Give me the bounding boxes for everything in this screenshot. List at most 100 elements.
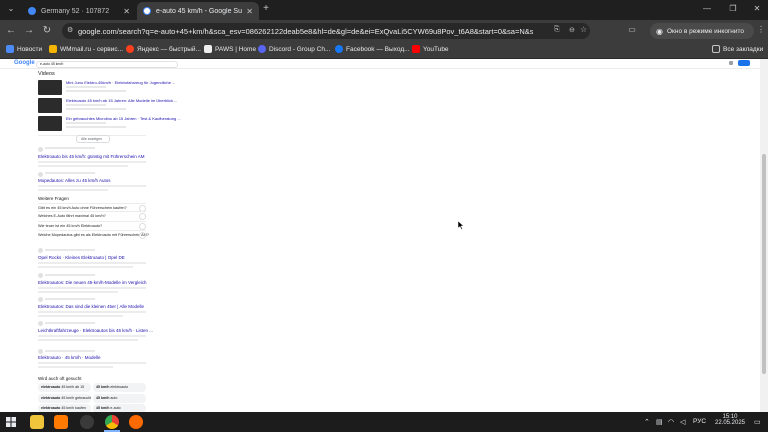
bookmark-facebook[interactable]: Facebook — Выход... <box>335 45 410 53</box>
news-icon <box>6 45 14 53</box>
sign-in-button[interactable] <box>738 60 750 66</box>
search-box[interactable]: e-auto 45 km/h <box>36 61 178 68</box>
address-bar[interactable]: ⚙ google.com/search?q=e-auto+45+km/h&sca… <box>62 23 590 39</box>
result-snippet <box>38 366 113 368</box>
reload-icon[interactable]: ↻ <box>40 24 54 38</box>
tab-germany[interactable]: Germany 52 · 107872 ✕ <box>22 2 136 20</box>
video-meta <box>66 126 126 128</box>
related-search-chip[interactable]: elektroauto 45 km/h kaufen <box>38 404 91 412</box>
app-icon[interactable] <box>80 415 94 429</box>
tab-search-icon[interactable]: ⌄ <box>4 4 18 13</box>
google-logo[interactable]: Google <box>14 60 35 66</box>
site-url <box>45 350 95 352</box>
result-snippet <box>38 165 128 167</box>
forward-icon[interactable]: → <box>22 24 36 38</box>
site-info-icon[interactable]: ⚙ <box>67 26 73 34</box>
related-search-chip[interactable]: 45 km/h e-auto <box>93 404 146 412</box>
result-title[interactable]: Elektroauto bis 45 km/h: günstig mit Füh… <box>38 154 145 159</box>
site-favicon <box>38 172 43 177</box>
result-title[interactable]: Elektroauto · 45 km/h · Modelle <box>38 355 101 360</box>
zoom-icon[interactable]: ⊖ <box>569 26 575 34</box>
video-title[interactable]: Elektroauto 45 km/h ab 15 Jahren: Alle M… <box>66 98 177 103</box>
chevron-down-icon <box>139 232 146 239</box>
bookmark-discord[interactable]: Discord - Group Ch... <box>258 45 330 53</box>
related-search-chip[interactable]: 45 km/h auto <box>93 394 146 403</box>
incognito-indicator[interactable]: ◉ Окно в режиме инкогнито <box>650 23 754 39</box>
result-snippet <box>38 291 118 293</box>
related-search-chip[interactable]: elektroauto 45 km/h gebraucht <box>38 394 91 403</box>
site-url <box>45 274 95 276</box>
maximize-icon[interactable]: ❐ <box>726 4 740 13</box>
video-thumbnail[interactable] <box>38 116 62 131</box>
globe-icon <box>28 7 36 15</box>
back-icon[interactable]: ← <box>4 24 18 38</box>
youtube-icon <box>412 45 420 53</box>
all-bookmarks[interactable]: Все закладки <box>712 45 763 53</box>
tab-google-search[interactable]: e-auto 45 km/h - Google Suche ✕ <box>137 2 259 20</box>
page-scrollbar[interactable] <box>760 59 768 412</box>
tray-chevron-icon[interactable]: ⌃ <box>644 418 650 426</box>
related-search-chip[interactable]: elektroauto 45 km/h ab 15 <box>38 383 91 392</box>
url-text[interactable]: google.com/search?q=e-auto+45+km/h&sca_e… <box>78 27 533 36</box>
volume-icon[interactable]: ◁ <box>680 418 685 426</box>
translate-icon[interactable]: ⎘ <box>554 26 560 34</box>
file-explorer-icon[interactable] <box>30 415 44 429</box>
site-url <box>45 249 95 251</box>
result-snippet <box>38 362 146 364</box>
paa-question[interactable]: Welche Mopedautos gibt es als Elektroaut… <box>38 230 146 239</box>
paa-question[interactable]: Welches E-Auto fährt maximal 45 km/h? <box>38 211 146 220</box>
facebook-icon <box>335 45 343 53</box>
bookmark-news[interactable]: Новости <box>6 45 42 53</box>
site-url <box>45 298 95 300</box>
app-icon[interactable] <box>54 415 68 429</box>
paa-question[interactable]: Wie teuer ist ein 45 km/h Elektroauto? <box>38 221 146 230</box>
result-title[interactable]: Opel Rocks · Kleines Elektroauto | Opel … <box>38 255 125 260</box>
site-favicon <box>38 248 43 253</box>
clock[interactable]: 15:10 22.05.2025 <box>712 414 748 426</box>
result-snippet <box>38 315 123 317</box>
notifications-icon[interactable]: ▭ <box>754 418 761 426</box>
minimize-icon[interactable]: — <box>700 4 714 13</box>
result-title[interactable]: Elektroautos: Die neuen 45-km/h-Modelle … <box>38 280 147 285</box>
bookmark-star-icon[interactable]: ☆ <box>580 25 587 34</box>
site-favicon <box>38 321 43 326</box>
apps-icon[interactable] <box>729 61 733 65</box>
bookmark-paws[interactable]: PAWS | Home <box>204 45 256 53</box>
site-favicon <box>38 349 43 354</box>
bookmark-wmmail[interactable]: WMmail.ru - сервис... <box>49 45 123 53</box>
bookmark-yandex[interactable]: Яндекс — быстрый... <box>126 45 201 53</box>
related-search-chip[interactable]: 45 km/h elektroauto <box>93 383 146 392</box>
chevron-down-icon <box>139 223 146 230</box>
video-title[interactable]: Mini Juno Elektro-45km/h · Elektrofahrze… <box>66 80 175 85</box>
result-snippet <box>38 189 108 191</box>
bookmark-youtube[interactable]: YouTube <box>412 45 449 53</box>
new-tab-button[interactable]: + <box>259 3 273 14</box>
windows-start-icon[interactable] <box>6 417 16 427</box>
tray-app-icon[interactable]: ▤ <box>656 418 663 426</box>
show-all-videos-button[interactable]: Alle anzeigen <box>76 135 110 143</box>
chrome-icon[interactable] <box>105 415 119 429</box>
search-query[interactable]: e-auto 45 km/h <box>40 62 63 66</box>
chevron-down-icon <box>139 213 146 220</box>
close-window-icon[interactable]: ✕ <box>750 4 764 13</box>
result-snippet <box>38 311 146 313</box>
result-title[interactable]: Leichtkraftfahrzeuge · Elektroautos bis … <box>38 328 153 333</box>
scrollbar-thumb[interactable] <box>762 154 766 374</box>
sidebar-icon[interactable]: ▭ <box>626 25 638 34</box>
video-title[interactable]: Ein gebrauchtes Microlino ab 15 Jahren ·… <box>66 116 181 121</box>
video-thumbnail[interactable] <box>38 98 62 113</box>
site-favicon <box>38 297 43 302</box>
firefox-icon[interactable] <box>129 415 143 429</box>
close-icon[interactable]: ✕ <box>123 7 130 16</box>
result-title[interactable]: Mopedautos: Alles zu 45 km/h Autos <box>38 178 111 183</box>
discord-icon <box>258 45 266 53</box>
result-title[interactable]: Elektroautos: Das sind die kleinen 45er … <box>38 304 144 309</box>
language-indicator[interactable]: РУС <box>693 418 706 425</box>
menu-icon[interactable]: ⋮ <box>755 25 767 34</box>
close-icon[interactable]: ✕ <box>246 7 253 16</box>
result-snippet <box>38 335 146 337</box>
wifi-icon[interactable]: ◠ <box>668 418 674 426</box>
site-favicon <box>38 147 43 152</box>
site-url <box>45 172 95 174</box>
video-thumbnail[interactable] <box>38 80 62 95</box>
